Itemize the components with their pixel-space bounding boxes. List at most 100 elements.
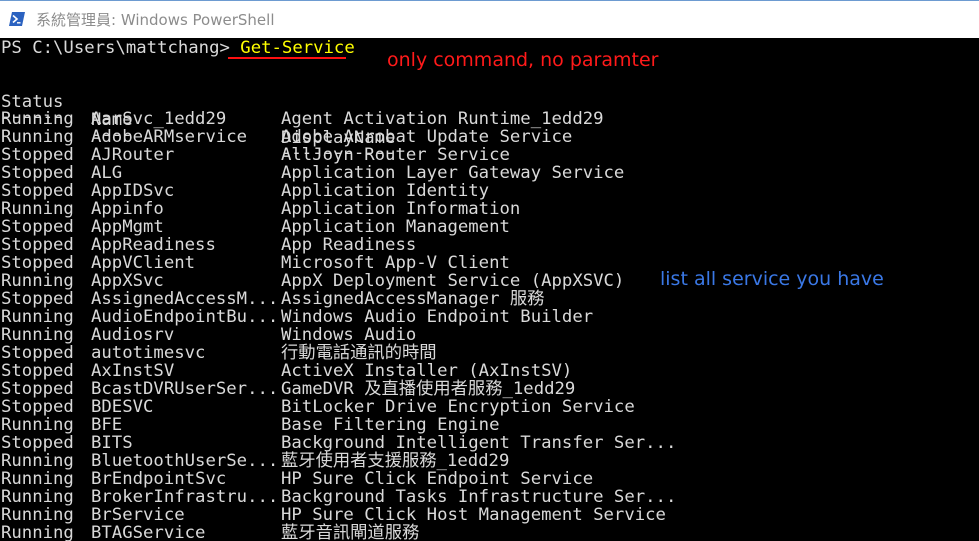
- service-name: AppXSvc: [91, 271, 164, 291]
- table-row: Running AarSvc_1edd29 Agent Activation Run…: [0, 110, 979, 128]
- table-row: Stopped AJRouter AllJoyn Router Service: [0, 146, 979, 164]
- service-name: BcastDVRUserSer...: [91, 379, 279, 399]
- service-status: Running: [1, 487, 74, 507]
- table-row: Running BTAGService 藍牙音訊閘道服務: [0, 524, 979, 541]
- table-row: Stopped BcastDVRUserSer... GameDVR 及直播使用者服…: [0, 380, 979, 398]
- service-status: Running: [1, 469, 74, 489]
- list-annotation: list all service you have: [660, 268, 884, 290]
- table-row: Running BluetoothUserSe... 藍牙使用者支援服務_1edd2…: [0, 452, 979, 470]
- service-display-name: GameDVR 及直播使用者服務_1edd29: [281, 379, 576, 399]
- title-bar[interactable]: 系統管理員: Windows PowerShell: [0, 0, 979, 38]
- service-status: Running: [1, 451, 74, 471]
- service-name: ALG: [91, 163, 123, 183]
- service-status: Running: [1, 127, 74, 147]
- table-row: Stopped AppReadiness App Readiness: [0, 236, 979, 254]
- service-name: BDESVC: [91, 397, 154, 417]
- service-name: BluetoothUserSe...: [91, 451, 279, 471]
- service-status: Stopped: [1, 235, 74, 255]
- service-status: Stopped: [1, 289, 74, 309]
- service-status: Stopped: [1, 433, 74, 453]
- service-display-name: 藍牙音訊閘道服務: [281, 523, 420, 541]
- prompt-line: PS C:\Users\mattchang> Get-Service: [1, 39, 355, 57]
- service-status: Stopped: [1, 163, 74, 183]
- service-display-name: ActiveX Installer (AxInstSV): [281, 361, 573, 381]
- console-output[interactable]: PS C:\Users\mattchang> Get-Service only …: [0, 38, 979, 541]
- service-name: AxInstSV: [91, 361, 175, 381]
- service-name: AppIDSvc: [91, 181, 175, 201]
- table-row: Running Appinfo Application Information: [0, 200, 979, 218]
- service-name: AppMgmt: [91, 217, 164, 237]
- service-status: Stopped: [1, 181, 74, 201]
- table-row: Running BrokerInfrastru... Background Task…: [0, 488, 979, 506]
- service-display-name: Application Information: [281, 199, 521, 219]
- table-row: Running Audiosrv Windows Audio: [0, 326, 979, 344]
- service-name: BFE: [91, 415, 123, 435]
- window-title: 系統管理員: Windows PowerShell: [36, 11, 275, 29]
- command-text: Get-Service: [240, 38, 355, 58]
- service-name: AppVClient: [91, 253, 196, 273]
- service-status: Running: [1, 307, 74, 327]
- service-display-name: Base Filtering Engine: [281, 415, 500, 435]
- service-display-name: AllJoyn Router Service: [281, 145, 510, 165]
- service-name: BrokerInfrastru...: [91, 487, 279, 507]
- powershell-icon: [9, 12, 25, 26]
- table-row: Stopped BITS Background Intelligent Transf…: [0, 434, 979, 452]
- table-row: Running BrService HP Sure Click Host Manag…: [0, 506, 979, 524]
- service-display-name: 行動電話通訊的時間: [281, 343, 437, 363]
- prompt: PS C:\Users\mattchang>: [1, 38, 241, 58]
- service-display-name: HP Sure Click Endpoint Service: [281, 469, 594, 489]
- service-name: BITS: [91, 433, 133, 453]
- table-row: Stopped ALG Application Layer Gateway Serv…: [0, 164, 979, 182]
- service-display-name: Agent Activation Runtime_1edd29: [281, 109, 604, 129]
- service-status: Stopped: [1, 343, 74, 363]
- table-row: Stopped AppIDSvc Application Identity: [0, 182, 979, 200]
- service-display-name: HP Sure Click Host Management Service: [281, 505, 666, 525]
- table-row: Stopped AxInstSV ActiveX Installer (AxInst…: [0, 362, 979, 380]
- service-status: Stopped: [1, 217, 74, 237]
- table-row: Stopped AssignedAccessM... AssignedAccessM…: [0, 290, 979, 308]
- command-annotation: only command, no paramter: [387, 49, 659, 71]
- service-status: Stopped: [1, 145, 74, 165]
- service-status: Stopped: [1, 361, 74, 381]
- service-status: Running: [1, 325, 74, 345]
- service-name: Appinfo: [91, 199, 164, 219]
- service-name: BrService: [91, 505, 185, 525]
- service-display-name: Application Management: [281, 217, 510, 237]
- command-underline: [228, 57, 346, 59]
- service-name: AarSvc_1edd29: [91, 109, 227, 129]
- service-status: Running: [1, 271, 74, 291]
- table-row: Running AdobeARMservice Adobe Acrobat Upda…: [0, 128, 979, 146]
- table-row: Stopped autotimesvc 行動電話通訊的時間: [0, 344, 979, 362]
- service-status: Running: [1, 109, 74, 129]
- service-name: AdobeARMservice: [91, 127, 248, 147]
- service-display-name: App Readiness: [281, 235, 417, 255]
- service-name: AudioEndpointBu...: [91, 307, 279, 327]
- service-display-name: AppX Deployment Service (AppXSVC): [281, 271, 625, 291]
- service-name: BTAGService: [91, 523, 206, 541]
- service-display-name: Microsoft App-V Client: [281, 253, 510, 273]
- table-row: Running BrEndpointSvc HP Sure Click Endpoi…: [0, 470, 979, 488]
- service-status: Running: [1, 415, 74, 435]
- table-row: Stopped BDESVC BitLocker Drive Encryption …: [0, 398, 979, 416]
- service-status: Stopped: [1, 253, 74, 273]
- service-display-name: Application Identity: [281, 181, 490, 201]
- service-status: Running: [1, 523, 74, 541]
- service-status: Stopped: [1, 379, 74, 399]
- service-display-name: BitLocker Drive Encryption Service: [281, 397, 635, 417]
- service-display-name: 藍牙使用者支援服務_1edd29: [281, 451, 510, 471]
- service-display-name: Windows Audio: [281, 325, 417, 345]
- service-display-name: Application Layer Gateway Service: [281, 163, 625, 183]
- table-row: Running BFE Base Filtering Engine: [0, 416, 979, 434]
- table-row: Running AudioEndpointBu... Windows Audio E…: [0, 308, 979, 326]
- service-display-name: Background Tasks Infrastructure Ser...: [281, 487, 677, 507]
- service-display-name: Windows Audio Endpoint Builder: [281, 307, 594, 327]
- service-name: autotimesvc: [91, 343, 206, 363]
- service-status: Stopped: [1, 397, 74, 417]
- service-name: AppReadiness: [91, 235, 216, 255]
- service-name: AJRouter: [91, 145, 175, 165]
- service-display-name: Adobe Acrobat Update Service: [281, 127, 573, 147]
- service-name: AssignedAccessM...: [91, 289, 279, 309]
- table-row: Stopped AppMgmt Application Management: [0, 218, 979, 236]
- service-name: BrEndpointSvc: [91, 469, 227, 489]
- service-name: Audiosrv: [91, 325, 175, 345]
